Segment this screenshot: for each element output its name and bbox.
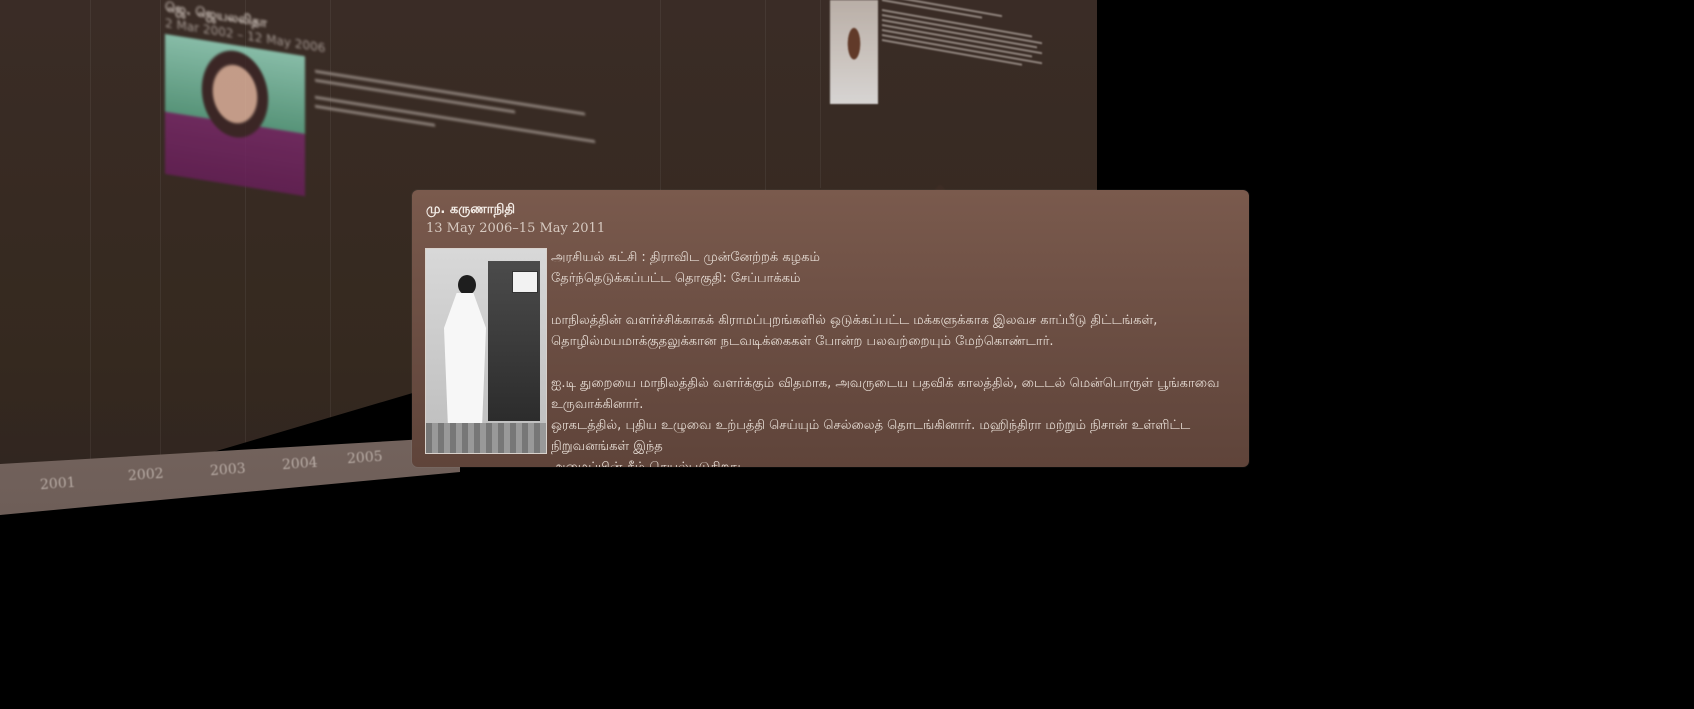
constituency-line: தேர்ந்தெடுக்கப்பட்ட தொகுதி: சேப்பாக்கம்: [551, 271, 801, 286]
timeline-entry-palaniswami[interactable]: [830, 0, 1050, 190]
description-paragraph-1-line-1: மாநிலத்தின் வளர்ச்சிக்காகக் கிராமப்புறங்…: [551, 313, 1158, 328]
photo-person-head: [458, 275, 476, 295]
entry-description: அரசியல் கட்சி : திராவிட முன்னேற்றக் கழகம…: [551, 247, 1241, 467]
axis-year-label: 2003: [209, 460, 247, 480]
timeline-entry-card-karunanidhi[interactable]: மு. கருணாநிதி 13 May 2006–15 May 2011 அர…: [412, 190, 1249, 467]
description-paragraph-2-line-3: அமைப்பின் கீழ் செயல்படுகிறது.: [551, 457, 1241, 467]
entry-portrait: [165, 34, 305, 197]
timeline-gridline: [660, 0, 661, 195]
timeline-viewport: ஜெ. ஜெயலலிதா 2 Mar 2002 – 12 May 2006 20…: [0, 0, 1694, 709]
description-paragraph-2-line-1: ஐ.டி துறையை மாநிலத்தில் வளர்க்கும் விதமா…: [551, 376, 1220, 412]
entry-dates: 13 May 2006–15 May 2011: [426, 221, 606, 236]
timeline-gridline: [765, 0, 766, 190]
photo-floor: [426, 423, 546, 453]
entry-summary-blurred: [882, 0, 1052, 74]
entry-portrait-photo: [425, 248, 547, 454]
timeline-gridline: [90, 0, 91, 470]
entry-portrait: [830, 0, 878, 104]
axis-year-label: 2005: [346, 448, 384, 468]
axis-year-label: 2002: [127, 465, 165, 485]
entry-name: மு. கருணாநிதி: [426, 202, 516, 217]
axis-year-label: 2004: [281, 454, 319, 474]
timeline-gridline: [160, 0, 161, 460]
description-paragraph-1-line-2: தொழில்மயமாக்குதலுக்கான நடவடிக்கைகள் போன்…: [551, 334, 1054, 349]
axis-year-label: 2001: [39, 474, 77, 494]
description-paragraph-2-line-2: ஒரகடத்தில், புதிய உழுவை உற்பத்தி செய்யும…: [551, 418, 1191, 454]
photo-person-body: [444, 293, 486, 433]
photo-plaque: [512, 271, 538, 293]
party-line: அரசியல் கட்சி : திராவிட முன்னேற்றக் கழகம…: [551, 250, 820, 265]
timeline-gridline: [820, 0, 821, 188]
